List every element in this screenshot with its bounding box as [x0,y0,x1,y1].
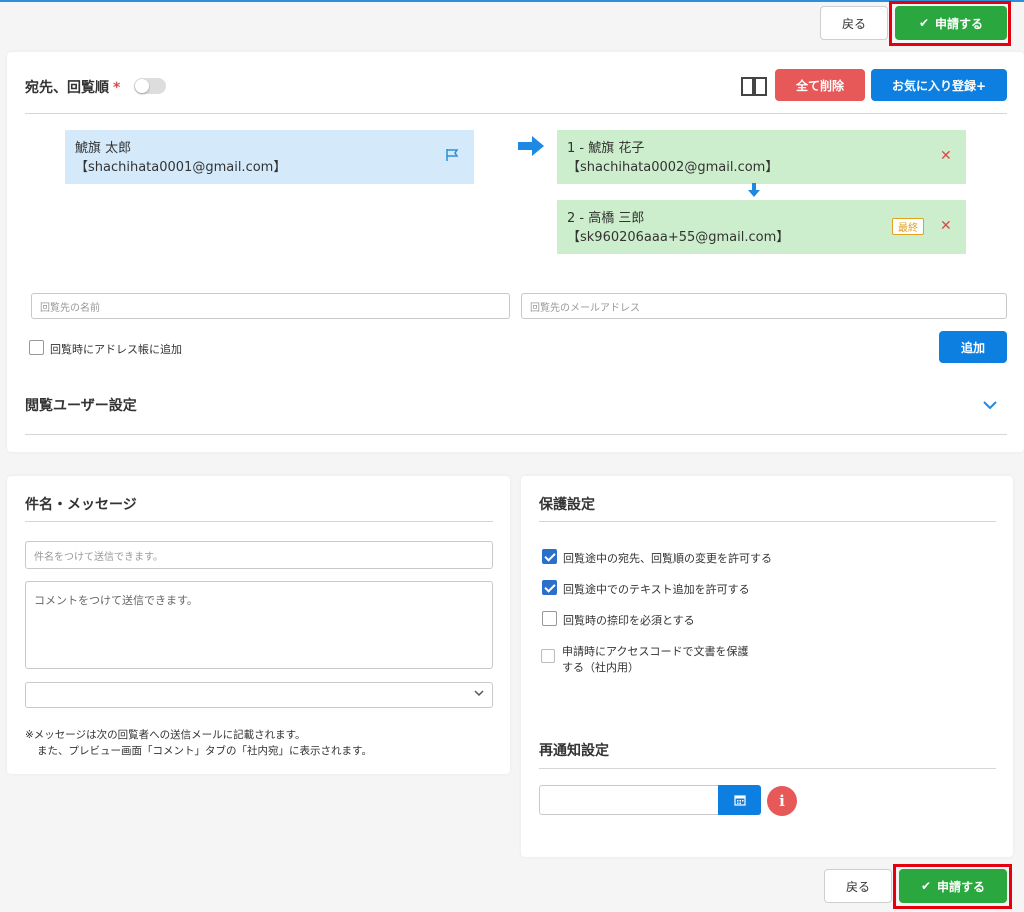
access-code-label-line2: する（社内用） [562,661,639,674]
remove-recipient-1-icon[interactable]: ✕ [940,148,952,164]
viewer-settings-title[interactable]: 閲覧ユーザー設定 [25,395,137,415]
allow-order-change-checkbox[interactable] [542,549,557,564]
apply-label: 申請する [935,16,984,31]
recipient-name-input[interactable]: 回覧先の名前 [31,293,510,319]
add-recipient-button[interactable]: 追加 [939,331,1007,363]
recipient-item-1: 1 - 鯱旗 花子 【shachihata0002@gmail.com】 [557,130,966,184]
renotify-title: 再通知設定 [539,743,609,759]
allow-text-add-checkbox[interactable] [542,580,557,595]
access-code-checkbox[interactable] [541,649,555,663]
apply-button-top[interactable]: ✔ 申請する [895,6,1007,40]
message-note-line1: ※メッセージは次の回覧者への送信メールに記載されます。 [25,729,306,741]
protection-title: 保護設定 [539,497,595,513]
require-stamp-label: 回覧時の捺印を必須とする [563,614,695,627]
arrow-down-icon [748,183,760,200]
recipients-title: 宛先、回覧順 * [25,80,121,96]
message-template-select[interactable] [25,682,493,708]
recipient-1-email: 【shachihata0002@gmail.com】 [567,160,779,175]
recipients-order-toggle[interactable] [134,78,166,94]
allow-order-change-label: 回覧途中の宛先、回覧順の変更を許可する [563,552,772,565]
allow-text-add-label: 回覧途中でのテキスト追加を許可する [563,583,750,596]
info-icon[interactable]: i [767,786,797,816]
chevron-down-icon[interactable] [983,399,997,413]
comment-textarea[interactable]: コメントをつけて送信できます。 [25,581,493,669]
access-code-label-line1: 申請時にアクセスコードで文書を保護 [562,645,749,658]
calendar-icon [733,795,746,806]
back-button-bottom[interactable]: 戻る [824,869,892,903]
recipient-email-input[interactable]: 回覧先のメールアドレス [521,293,1007,319]
renotify-date-input[interactable] [539,785,719,815]
sender-email: 【shachihata0001@gmail.com】 [75,160,287,175]
final-badge: 最終 [892,218,924,235]
chevron-down-icon [474,689,484,700]
sender-name: 鯱旗 太郎 [75,141,132,156]
apply-label: 申請する [937,879,986,894]
recipient-1-label: 1 - 鯱旗 花子 [567,141,645,156]
protection-divider [539,521,996,522]
renotify-divider [539,768,996,769]
check-icon: ✔ [918,16,930,30]
flag-icon[interactable] [445,148,459,165]
arrow-right-icon [518,136,544,159]
back-button-top[interactable]: 戻る [820,6,888,40]
delete-all-button[interactable]: 全て削除 [775,69,865,101]
message-title: 件名・メッセージ [25,497,137,513]
add-to-addressbook-label: 回覧時にアドレス帳に追加 [50,343,182,356]
favorite-register-button[interactable]: お気に入り登録+ [871,69,1007,101]
sender-box: 鯱旗 太郎 【shachihata0001@gmail.com】 [65,130,474,184]
calendar-button[interactable] [718,785,761,815]
add-to-addressbook-checkbox[interactable] [29,340,44,355]
subject-input[interactable]: 件名をつけて送信できます。 [25,541,493,569]
message-divider [25,521,493,522]
book-icon[interactable] [740,74,768,98]
viewer-settings-divider [25,434,1007,435]
remove-recipient-2-icon[interactable]: ✕ [940,218,952,234]
top-accent-line [0,0,1024,2]
apply-button-bottom[interactable]: ✔ 申請する [899,869,1007,903]
require-stamp-checkbox[interactable] [542,611,557,626]
check-icon: ✔ [920,879,932,893]
message-note-line2: また、プレビュー画面「コメント」タブの「社内宛」に表示されます。 [37,745,372,757]
recipients-divider [25,113,1007,114]
